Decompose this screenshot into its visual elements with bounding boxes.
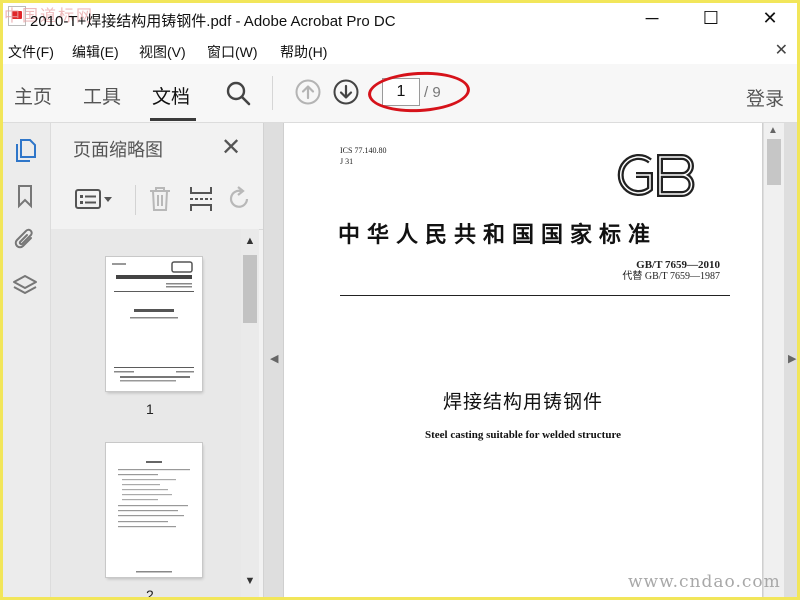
thumbnail-list: 1 2 xyxy=(51,229,241,600)
maximize-button[interactable]: ☐ xyxy=(696,6,726,30)
page-thumbnails-icon[interactable] xyxy=(12,137,38,163)
ics-code: ICS 77.140.80 J 31 xyxy=(340,145,386,167)
header-rule xyxy=(340,295,730,296)
menu-help[interactable]: 帮助(H) xyxy=(280,42,327,62)
ccs-number: J 31 xyxy=(340,157,354,166)
tab-tools[interactable]: 工具 xyxy=(83,82,121,109)
menu-view[interactable]: 视图(V) xyxy=(139,42,186,62)
delete-page-icon[interactable] xyxy=(147,185,173,213)
close-panel-button[interactable]: ✕ xyxy=(221,133,241,162)
previous-page-icon[interactable] xyxy=(295,79,321,105)
panel-tool-separator xyxy=(135,185,136,215)
menu-bar: 文件(F) 编辑(E) 视图(V) 窗口(W) 帮助(H) ✕ xyxy=(0,38,800,64)
scroll-up-arrow-icon[interactable]: ▲ xyxy=(242,235,258,247)
gb-number: GB/T 7659—2010 xyxy=(636,259,720,271)
menu-file[interactable]: 文件(F) xyxy=(8,42,54,62)
thumbnail-options-icon[interactable] xyxy=(75,187,115,213)
tab-home[interactable]: 主页 xyxy=(14,82,52,109)
thumbnail-label-1: 1 xyxy=(146,401,154,417)
gb-logo xyxy=(617,154,695,197)
menu-edit[interactable]: 编辑(E) xyxy=(72,42,119,62)
rotate-page-icon[interactable] xyxy=(227,185,253,213)
close-document-button[interactable]: ✕ xyxy=(775,40,788,60)
insert-page-icon[interactable] xyxy=(188,185,214,213)
search-icon[interactable] xyxy=(225,80,251,106)
gb-number-block: GB/T 7659—2010 代替 GB/T 7659—1987 xyxy=(622,259,720,283)
close-window-button[interactable]: ✕ xyxy=(755,6,785,30)
thumbnail-page-2[interactable] xyxy=(106,443,202,577)
document-english-title: Steel casting suitable for welded struct… xyxy=(424,429,622,441)
layers-icon[interactable] xyxy=(12,273,38,299)
panel-toolbar xyxy=(51,171,263,230)
page-number-input[interactable]: 1 xyxy=(382,78,420,106)
active-tab-indicator xyxy=(150,118,196,121)
title-bar: 中国道标网 2010-T+焊接结构用铸钢件.pdf - Adobe Acroba… xyxy=(0,0,800,38)
thumbnail-label-2: 2 xyxy=(146,587,154,600)
document-scrollbar-thumb[interactable] xyxy=(767,139,781,185)
login-link[interactable]: 登录 xyxy=(746,84,784,111)
collapse-right-arrow-icon[interactable]: ▶ xyxy=(788,352,796,365)
tab-document[interactable]: 文档 xyxy=(152,82,190,109)
toolbar-separator xyxy=(272,76,273,110)
attachment-icon[interactable] xyxy=(12,227,38,253)
next-page-icon[interactable] xyxy=(333,79,359,105)
bookmark-icon[interactable] xyxy=(12,183,38,209)
scroll-down-arrow-icon[interactable]: ▼ xyxy=(242,575,258,587)
replaces-number: 代替 GB/T 7659—1987 xyxy=(622,271,720,282)
panel-title: 页面缩略图 xyxy=(73,140,163,160)
document-chinese-title: 焊接结构用铸钢件 xyxy=(442,391,603,413)
window-title: 2010-T+焊接结构用铸钢件.pdf - Adobe Acrobat Pro … xyxy=(30,13,396,30)
thumbnail-page-2-preview xyxy=(118,461,190,573)
document-view: ◀ ICS 77.140.80 J 31 中华人民共和国国家标准 GB/T 76… xyxy=(264,123,800,600)
thumbnail-page-1[interactable] xyxy=(106,257,202,391)
thumbnail-page-1-preview xyxy=(112,261,194,382)
collapse-left-arrow-icon[interactable]: ◀ xyxy=(270,352,278,365)
thumbnail-scrollbar-thumb[interactable] xyxy=(243,255,257,323)
menu-window[interactable]: 窗口(W) xyxy=(207,42,258,62)
navigation-rail xyxy=(0,123,51,600)
document-scroll-up-icon[interactable]: ▲ xyxy=(768,125,778,136)
standard-title: 中华人民共和国国家标准 xyxy=(338,222,658,248)
pdf-page: ICS 77.140.80 J 31 中华人民共和国国家标准 GB/T 7659… xyxy=(284,123,762,600)
watermark-bottom: www.cndao.com xyxy=(628,572,781,592)
thumbnail-panel: 页面缩略图 ✕ 1 2 ▲ ▼ xyxy=(51,123,264,600)
page-total: / 9 xyxy=(424,84,441,101)
minimize-button[interactable]: ─ xyxy=(637,6,667,30)
ics-number: ICS 77.140.80 xyxy=(340,146,387,155)
document-scrollbar[interactable] xyxy=(764,123,784,600)
